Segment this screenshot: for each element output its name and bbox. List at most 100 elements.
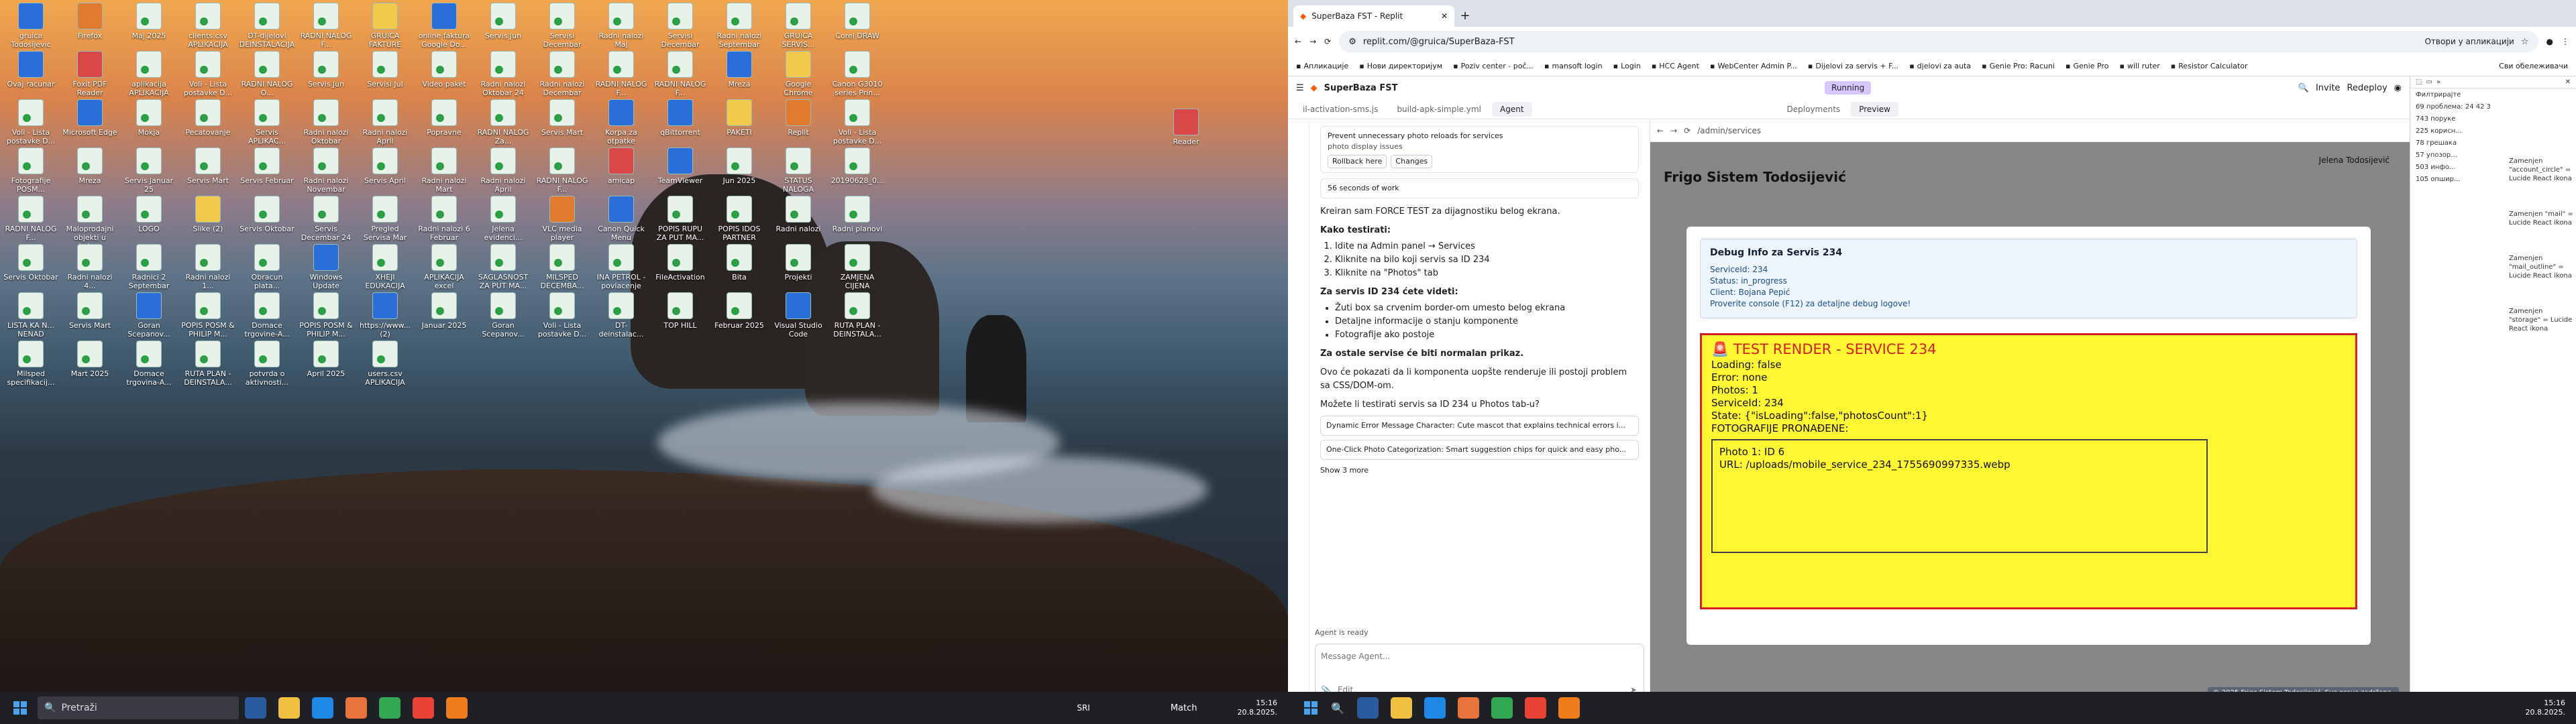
bookmark-item[interactable]: ▪ Dijelovi za servis + F... [1808,62,1898,70]
desktop-icon[interactable]: RUTA PLAN - DEINSTALA... [180,339,236,400]
edge-icon[interactable] [312,697,333,719]
desktop-icon[interactable]: Mart 2025 [62,339,118,400]
file-icon [313,51,339,78]
desktop-icon[interactable]: Februar 2025 [711,291,767,351]
address-bar[interactable]: ⚙ replit.com/@gruica/SuperBaza-FST Отвор… [1339,31,2538,52]
desktop-icon[interactable]: TOP HILL [652,291,708,351]
desktop-icon[interactable]: RUTA PLAN - DEINSTALA... [829,291,885,351]
clock[interactable]: 15:16 20.8.2025. [1238,699,1277,717]
rollback-button[interactable]: Rollback here [1328,155,1387,168]
taskbar-search[interactable]: 🔍 Pretraži [38,697,239,719]
suggestion-chip[interactable]: One-Click Photo Categorization: Smart su… [1320,440,1639,460]
replit-icon[interactable] [1558,697,1580,719]
file-icon [727,196,752,223]
edge-icon[interactable] [1424,697,1446,719]
start-button[interactable] [7,695,34,721]
back-icon[interactable]: ← [1295,37,1301,46]
file-explorer-icon[interactable] [1390,697,1412,719]
tab-deployments[interactable]: Deployments [1779,102,1849,117]
desktop-icon[interactable]: April 2025 [298,339,354,400]
console-filter-item[interactable]: 743 поруке [2410,113,2576,125]
desktop-icon[interactable]: Milsped specifikacij... [3,339,59,400]
reload-icon[interactable]: ⟳ [1684,126,1690,135]
show-more-button[interactable]: Show 3 more [1320,464,1639,477]
desktop-icon[interactable]: Voli - Lista postavke D... [534,291,590,351]
invite-button[interactable]: Invite [2316,83,2340,93]
back-icon[interactable]: ← [1657,126,1664,135]
replit-icon[interactable] [446,697,468,719]
excel-icon[interactable] [1491,697,1513,719]
work-summary[interactable]: 56 seconds of work [1320,178,1639,198]
tab-preview[interactable]: Preview [1851,102,1898,117]
bookmark-item[interactable]: ▪ Genie Pro: Racuni [1982,62,2055,70]
all-bookmarks[interactable]: Сви обележивачи [2499,62,2568,70]
bookmark-item[interactable]: ▪ will ruter [2120,62,2160,70]
forward-icon[interactable]: → [1670,126,1677,135]
store-icon[interactable] [345,697,367,719]
bookmark-item[interactable]: ▪ WebCenter Admin P... [1710,62,1797,70]
bookmark-item[interactable]: ▪ Login [1613,62,1641,70]
changes-button[interactable]: Changes [1391,155,1433,168]
console-filter[interactable]: Филтрирајте [2410,88,2576,101]
sidebar-toggle-icon[interactable]: ☰ [1296,83,1304,93]
user-avatar[interactable]: ◉ [2394,83,2402,93]
desktop-icon-reader[interactable]: Reader [1158,107,1214,168]
console-filter-item[interactable]: 225 корисн... [2410,125,2576,137]
bookmark-item[interactable]: ▪ Resistor Calculator [2171,62,2248,70]
new-tab-button[interactable]: + [1454,5,1476,27]
tab-file-sms[interactable]: il-activation-sms.js [1295,102,1386,117]
run-status-badge[interactable]: Running [1825,81,1872,95]
redeploy-button[interactable]: Redeploy [2347,83,2387,93]
file-explorer-icon[interactable] [278,697,300,719]
bookmark-item[interactable]: ▪ djelovi za auta [1909,62,1971,70]
chrome-icon[interactable] [1524,697,1546,719]
desktop-icon[interactable]: Januar 2025 [416,291,472,351]
menu-icon[interactable]: ⋮ [2561,37,2569,46]
start-button[interactable] [1297,695,1324,721]
profile-avatar[interactable]: ● [2546,37,2553,46]
preview-url[interactable]: /admin/services [1697,126,1761,135]
desktop-icon[interactable]: Domace trgovina-A... [121,339,177,400]
bookmark-item[interactable]: ▪ mansoft login [1544,62,1603,70]
language-indicator[interactable]: SRI [1077,703,1090,713]
desktop-icon[interactable]: users.csv APLIKACIJA [357,339,413,400]
file-icon [77,341,103,367]
agent-status: Agent is ready [1315,628,1368,637]
desktop-icon[interactable]: Visual Studio Code [770,291,826,351]
open-in-app-button[interactable]: Отвори у апликацији [2424,37,2514,46]
modal-overlay[interactable]: Debug Info za Servis 234 ServiceId: 234 … [1650,142,2410,708]
tab-file-yml[interactable]: build-apk-simple.yml [1389,102,1489,117]
close-icon[interactable]: ✕ [1441,11,1448,21]
desktop-icon[interactable]: Goran Scepanov... [475,291,531,351]
task-view-icon[interactable] [245,697,266,719]
weather-widget[interactable]: Match [1171,703,1197,713]
task-view-icon[interactable] [1356,697,1379,719]
desktop-icon[interactable]: potvrda o aktivnosti... [239,339,295,400]
file-icon [372,99,398,126]
device-icon[interactable]: ▭ [2426,78,2432,86]
file-icon [195,292,221,319]
store-icon[interactable] [1457,697,1479,719]
desktop-icon[interactable]: DT-deinstalac... [593,291,649,351]
close-icon[interactable]: ✕ [2565,78,2571,86]
star-icon[interactable]: ☆ [2521,37,2529,47]
bookmark-item[interactable]: ▪ Poziv center - poč... [1453,62,1534,70]
forward-icon[interactable]: → [1309,37,1316,46]
tab-agent[interactable]: Agent [1492,102,1532,117]
bookmark-item[interactable]: ▪ Genie Pro [2065,62,2109,70]
chrome-icon[interactable] [413,697,434,719]
inspect-icon[interactable]: ⬚ [2416,78,2422,86]
reload-icon[interactable]: ⟳ [1324,37,1331,46]
bookmark-item[interactable]: ▪ HCC Agent [1652,62,1699,70]
search-icon[interactable]: 🔍 [1331,702,1344,715]
suggestion-chip[interactable]: Dynamic Error Message Character: Cute ma… [1320,416,1639,436]
bookmark-item[interactable]: ▪ Нови директоријум [1359,62,1442,70]
console-filter-item[interactable]: 78 грешака [2410,137,2576,149]
clock[interactable]: 15:16 20.8.2025. [2526,699,2565,717]
more-tabs-icon[interactable]: » [2436,78,2440,86]
search-icon[interactable]: 🔍 [2298,83,2309,93]
issues-count[interactable]: 69 проблема: 24 42 3 [2410,101,2576,113]
bookmark-item[interactable]: ▪ Апликације [1296,62,1348,70]
browser-tab[interactable]: ◆ SuperBaza FST - Replit ✕ [1293,5,1454,27]
excel-icon[interactable] [379,697,400,719]
